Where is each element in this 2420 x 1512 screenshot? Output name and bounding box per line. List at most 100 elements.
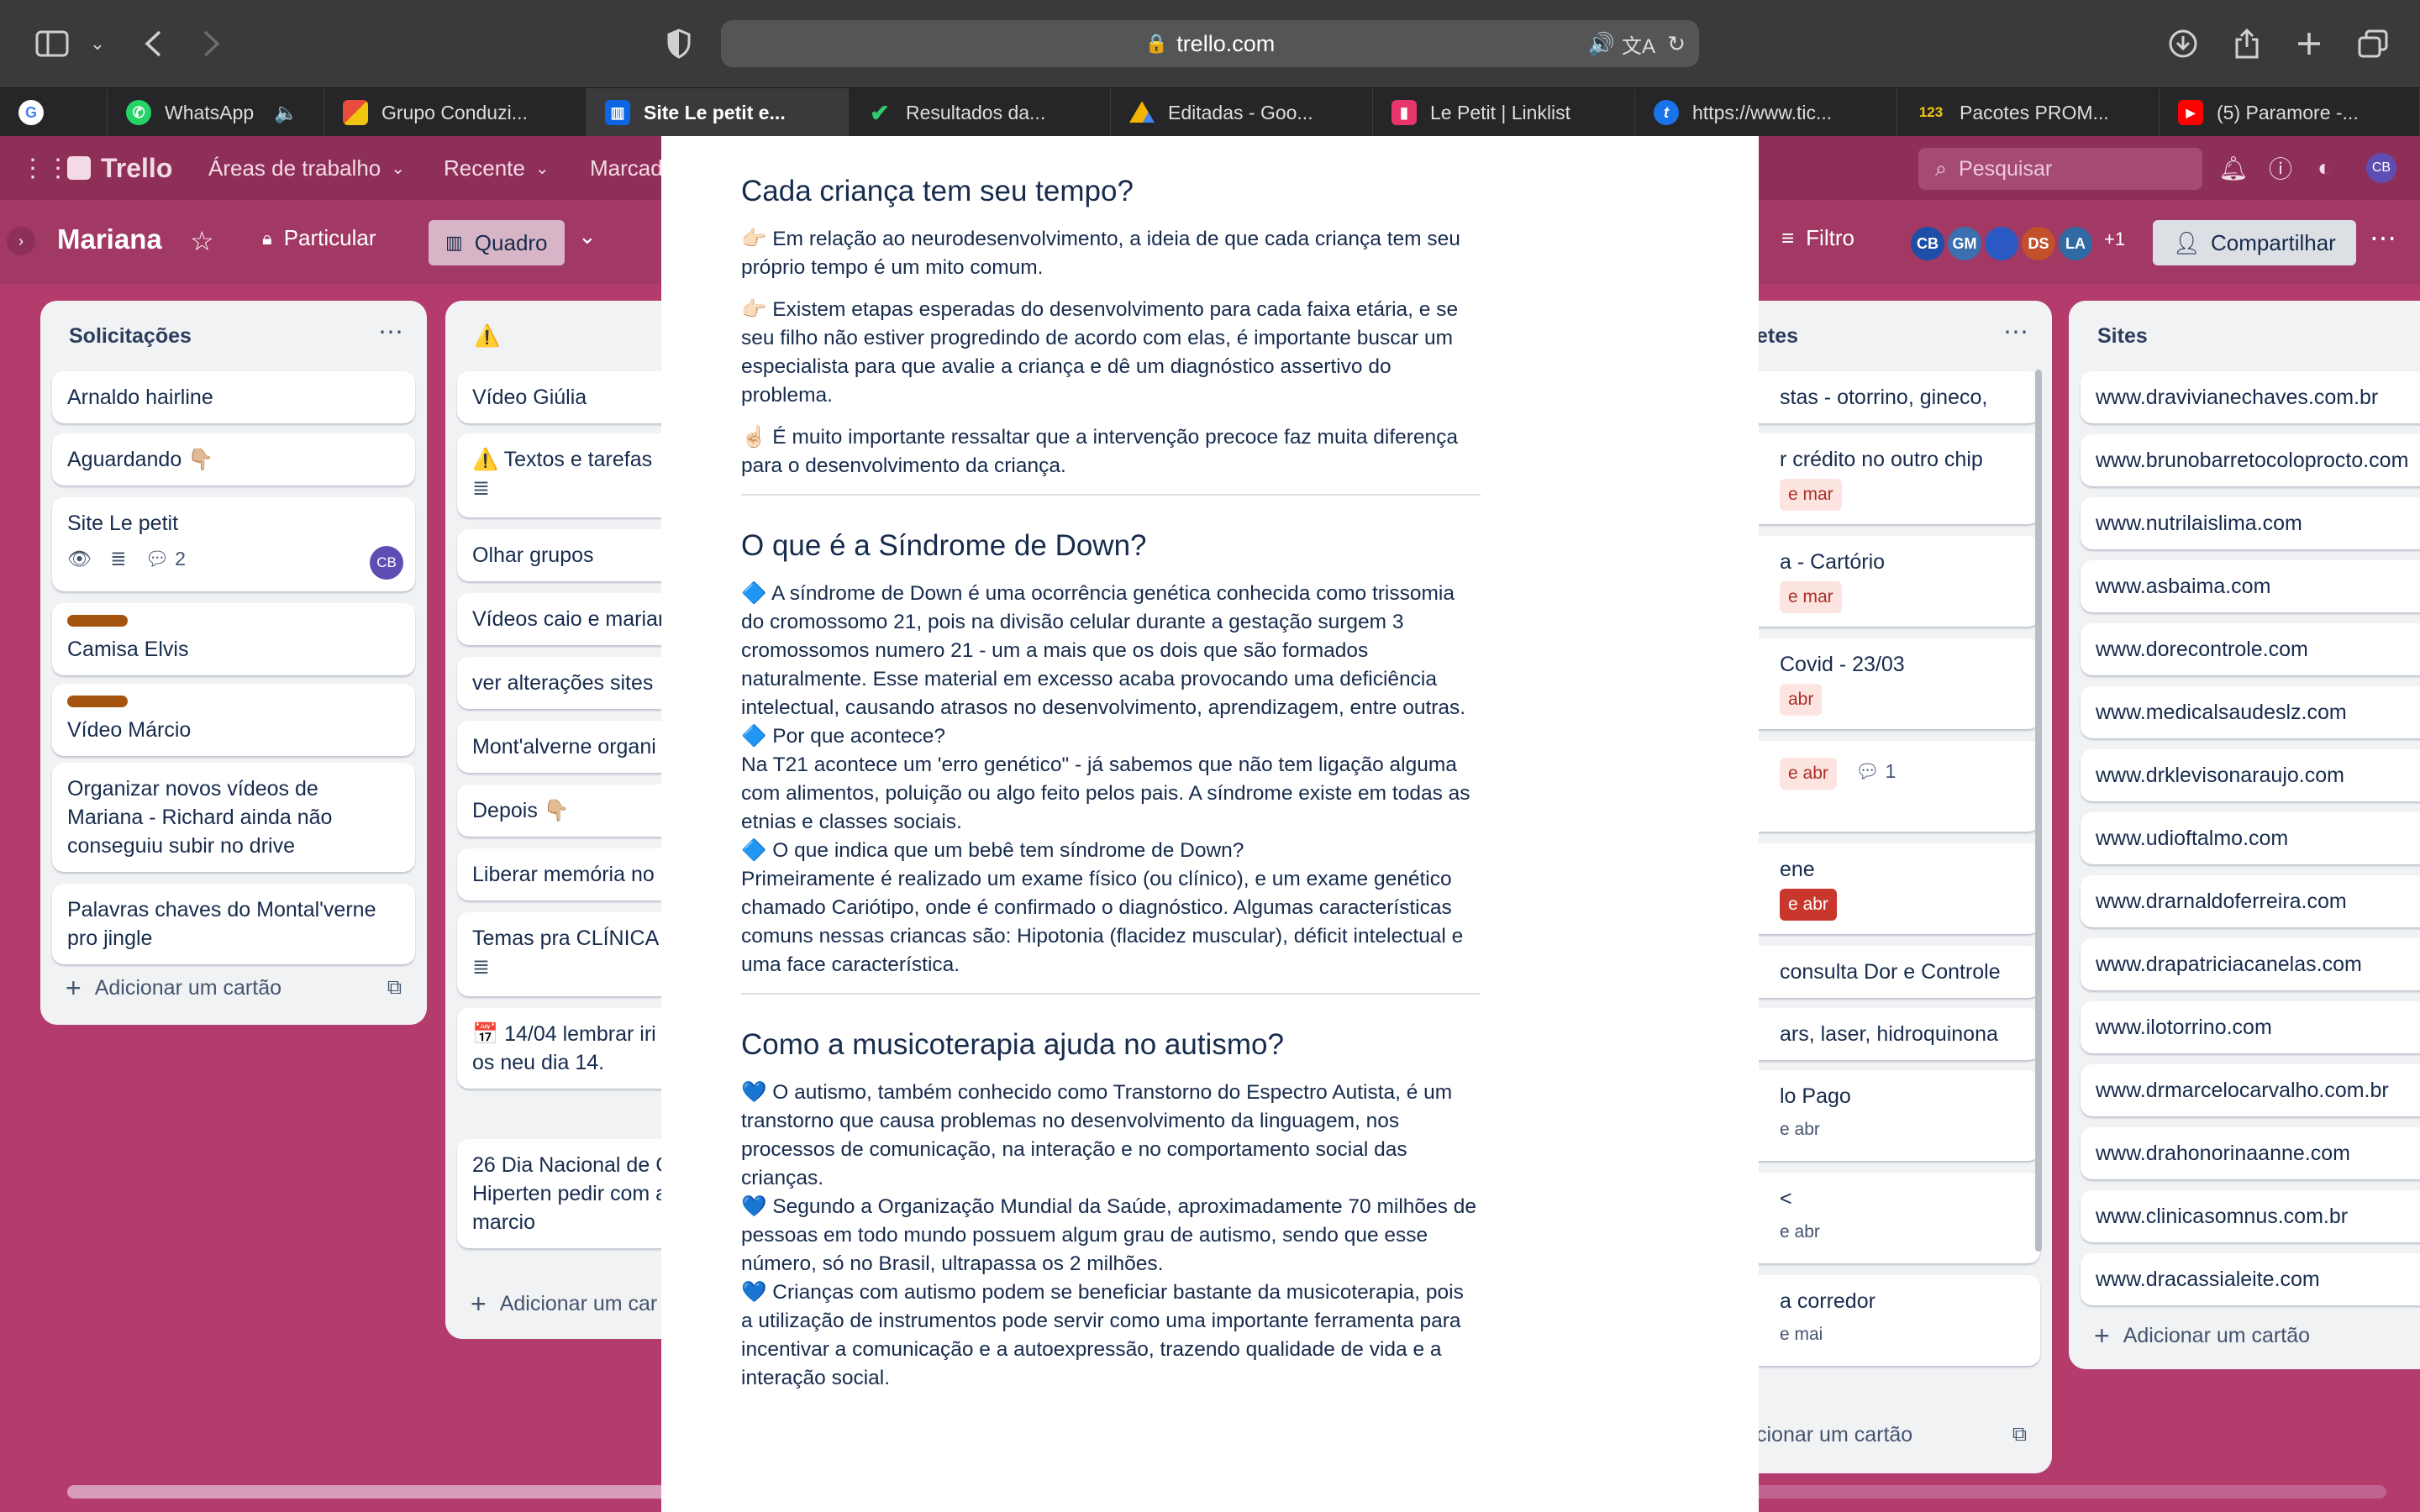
- views-chevron-icon[interactable]: ⌄: [578, 223, 597, 249]
- add-card-button[interactable]: + Adicionar um cartão: [2094, 1320, 2310, 1352]
- privacy-shield-icon[interactable]: [657, 22, 701, 66]
- avatar[interactable]: CB: [2366, 153, 2396, 183]
- card-description[interactable]: Cada criança tem seu tempo? 👉🏻 Em relaçã…: [741, 161, 1481, 1406]
- add-card-button[interactable]: + Adicionar um car: [471, 1289, 657, 1320]
- notifications-icon[interactable]: 🔔︎: [2218, 136, 2249, 200]
- address-bar[interactable]: 🔒 trello.com 🔊 文A ↻: [721, 20, 1699, 67]
- list-title[interactable]: ⚠️: [474, 324, 500, 349]
- tab-google[interactable]: G: [0, 88, 108, 137]
- members-overflow[interactable]: +1: [2104, 228, 2125, 250]
- share-icon[interactable]: [2225, 22, 2269, 66]
- card[interactable]: Organizar novos vídeos de Mariana - Rich…: [52, 763, 415, 872]
- card[interactable]: www.drapatriciacanelas.com: [2081, 938, 2420, 990]
- board-title[interactable]: Mariana: [57, 223, 162, 255]
- card[interactable]: www.asbaima.com: [2081, 560, 2420, 612]
- forward-icon[interactable]: [190, 22, 234, 66]
- description-icon: ≣: [110, 548, 127, 570]
- card[interactable]: Camisa Elvis: [52, 603, 415, 675]
- template-icon[interactable]: ⧉: [2012, 1423, 2027, 1446]
- member-avatar[interactable]: GM: [1948, 227, 1981, 260]
- member-avatar[interactable]: DS: [2022, 227, 2055, 260]
- trello-logo[interactable]: Trello: [67, 136, 172, 200]
- card[interactable]: www.dorecontrole.com: [2081, 623, 2420, 675]
- list-menu-icon[interactable]: ⋯: [2003, 318, 2028, 347]
- lock-icon: 🔒: [1144, 33, 1169, 54]
- list-title[interactable]: Solicitações: [69, 324, 192, 349]
- tab-pacotes[interactable]: 123 Pacotes PROM...: [1897, 88, 2160, 137]
- youtube-icon: ▶: [2178, 100, 2203, 125]
- card[interactable]: www.drarnaldoferreira.com: [2081, 875, 2420, 927]
- tab-editadas[interactable]: Editadas - Goo...: [1111, 88, 1373, 137]
- view-board-button[interactable]: ▥ Quadro: [429, 220, 565, 265]
- add-card-button[interactable]: + Adicionar um cartão: [66, 973, 281, 1004]
- translate-icon[interactable]: 文A: [1622, 20, 1655, 67]
- card[interactable]: www.clinicasomnus.com.br: [2081, 1190, 2420, 1242]
- tab-whatsapp[interactable]: ✆ WhatsApp 🔈: [108, 88, 324, 137]
- star-icon[interactable]: ☆: [190, 225, 214, 257]
- tab-label: Editadas - Goo...: [1168, 101, 1313, 123]
- card[interactable]: Arnaldo hairline: [52, 371, 415, 423]
- tab-resultados[interactable]: ✔ Resultados da...: [849, 88, 1111, 137]
- list-title[interactable]: Sites: [2097, 324, 2148, 349]
- nav-workspaces[interactable]: Áreas de trabalho ⌄: [208, 136, 405, 200]
- google-icon: G: [18, 100, 44, 125]
- list-title[interactable]: etes: [1756, 324, 1798, 349]
- tab-ticket[interactable]: t https://www.tic...: [1635, 88, 1897, 137]
- card[interactable]: www.dravivianechaves.com.br: [2081, 371, 2420, 423]
- visibility-button[interactable]: 🔒︎ Particular: [262, 225, 376, 251]
- card[interactable]: www.drahonorinaanne.com: [2081, 1127, 2420, 1179]
- nav-recent[interactable]: Recente ⌄: [444, 136, 550, 200]
- comment-icon: 💬︎ 1: [1854, 760, 1897, 782]
- mute-icon[interactable]: 🔈: [274, 102, 298, 124]
- paragraph: 🔷 O que indica que um bebê tem síndrome …: [741, 839, 1244, 862]
- tab-grupo[interactable]: Grupo Conduzi...: [324, 88, 587, 137]
- card[interactable]: www.drmarcelocarvalho.com.br: [2081, 1064, 2420, 1116]
- tab-bar: G ✆ WhatsApp 🔈 Grupo Conduzi... ▥ Site L…: [0, 87, 2420, 137]
- card[interactable]: www.medicalsaudeslz.com: [2081, 686, 2420, 738]
- member-avatar[interactable]: LA: [2059, 227, 2092, 260]
- due-date: e mai: [1780, 1325, 1823, 1344]
- chevron-down-icon[interactable]: ⌄: [76, 22, 119, 66]
- list-scrollbar[interactable]: [2035, 370, 2042, 1252]
- filter-button[interactable]: ≡ Filtro: [1781, 225, 1854, 251]
- speaker-icon[interactable]: 🔊: [1588, 20, 1615, 67]
- card[interactable]: www.nutrilaislima.com: [2081, 497, 2420, 549]
- list-menu-icon[interactable]: ⋯: [378, 318, 403, 347]
- reload-icon[interactable]: ↻: [1667, 20, 1686, 67]
- card[interactable]: www.brunobarretocoloprocto.com: [2081, 434, 2420, 486]
- member-avatar[interactable]: [1985, 227, 2018, 260]
- downloads-icon[interactable]: [2161, 22, 2205, 66]
- tab-overview-icon[interactable]: [2351, 22, 2395, 66]
- card[interactable]: www.drklevisonaraujo.com: [2081, 749, 2420, 801]
- card-member-avatar[interactable]: CB: [370, 546, 403, 580]
- sidebar-toggle-icon[interactable]: [30, 22, 74, 66]
- back-icon[interactable]: [131, 22, 175, 66]
- new-tab-icon[interactable]: [2287, 22, 2331, 66]
- share-button[interactable]: 👤︎ Compartilhar: [2153, 220, 2356, 265]
- member-avatar[interactable]: CB: [1911, 227, 1944, 260]
- url-text: trello.com: [1176, 30, 1276, 56]
- tab-linklist[interactable]: ▮ Le Petit | Linklist: [1373, 88, 1635, 137]
- tab-youtube[interactable]: ▶ (5) Paramore -...: [2160, 88, 2420, 137]
- scrollbar-thumb[interactable]: [67, 1485, 672, 1499]
- nav-starred[interactable]: Marcad: [590, 136, 663, 200]
- tab-trello[interactable]: ▥ Site Le petit e...: [587, 88, 849, 137]
- card[interactable]: www.ilotorrino.com: [2081, 1001, 2420, 1053]
- card[interactable]: www.udioftalmo.com: [2081, 812, 2420, 864]
- help-icon[interactable]: ⓘ: [2269, 136, 2292, 200]
- card[interactable]: Aguardando 👇🏼: [52, 433, 415, 486]
- board-menu-icon[interactable]: ⋯: [2370, 222, 2396, 254]
- search-input[interactable]: ⌕ Pesquisar: [1918, 148, 2202, 190]
- card[interactable]: www.dracassialeite.com: [2081, 1253, 2420, 1305]
- template-icon[interactable]: ⧉: [387, 976, 402, 1000]
- card[interactable]: Site Le petit 👁︎ ≣ 💬︎ 2 CB: [52, 497, 415, 591]
- divider: [741, 993, 1481, 995]
- add-card-button[interactable]: cionar um cartão: [1756, 1423, 1912, 1447]
- card-label: [67, 615, 128, 627]
- card[interactable]: Vídeo Márcio: [52, 684, 415, 756]
- theme-icon[interactable]: ◐: [2317, 136, 2332, 200]
- sidebar-expand-icon[interactable]: ›: [7, 227, 35, 255]
- plus-icon: +: [2094, 1320, 2110, 1351]
- due-date: e abr: [1780, 1120, 1820, 1139]
- card[interactable]: Palavras chaves do Montal'verne pro jing…: [52, 884, 415, 964]
